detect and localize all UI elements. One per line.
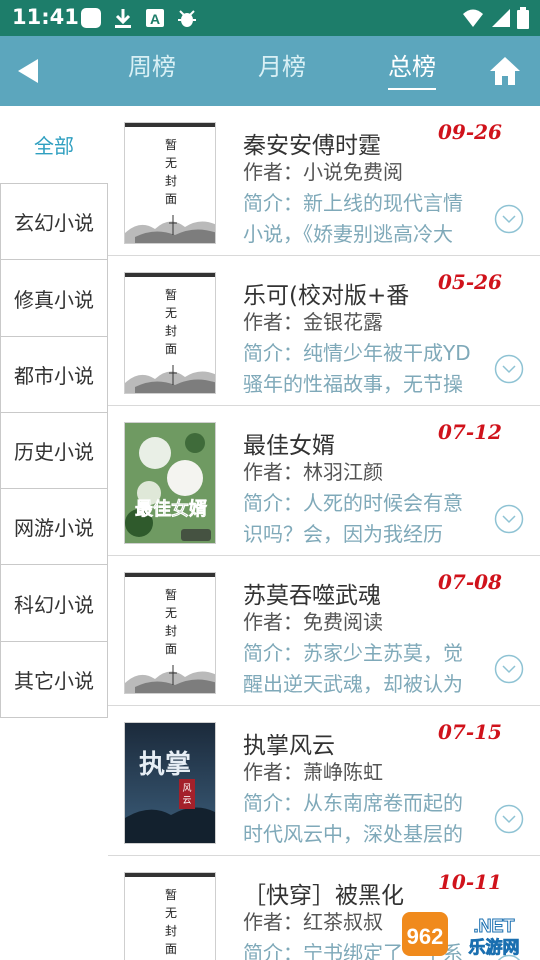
book-row[interactable]: 最佳女婿 最佳女婿 07-12 作者：林羽江颜 简介：人死的时候会有意识吗？会，…	[108, 406, 540, 556]
book-cover[interactable]: 暂 无 封 面	[124, 572, 216, 694]
svg-text:无: 无	[165, 156, 177, 170]
book-author: 作者：金银花露	[243, 310, 383, 334]
book-author: 作者：林羽江颜	[243, 460, 383, 484]
book-date: 10-11	[438, 870, 502, 894]
svg-text:封: 封	[165, 324, 177, 338]
tab-weekly[interactable]: 周榜	[128, 52, 176, 90]
placeholder-cover-image: 暂 无 封 面	[125, 873, 215, 956]
book-date: 09-26	[438, 120, 502, 144]
book-author: 作者：萧峥陈虹	[243, 760, 383, 784]
home-icon[interactable]	[488, 54, 522, 88]
book-cover-image: 执掌 风 云	[125, 723, 215, 843]
expand-chevron-icon[interactable]	[494, 204, 524, 234]
app-square-icon	[81, 8, 101, 28]
signal-icon	[492, 9, 510, 27]
category-dushi[interactable]: 都市小说	[0, 336, 108, 413]
bug-icon	[178, 10, 196, 27]
svg-text:面: 面	[165, 192, 177, 206]
header-bar: 周榜 月榜 总榜	[0, 36, 540, 106]
category-kehuan[interactable]: 科幻小说	[0, 565, 108, 642]
book-intro: 简介：从东南席卷而起的时代风云中，深处基层的	[243, 791, 463, 846]
book-intro: 简介：人死的时候会有意识吗？会，因为我经历	[243, 491, 463, 546]
svg-text:执掌: 执掌	[139, 750, 191, 780]
book-row[interactable]: 暂 无 封 面 苏莫吞噬武魂 07-08 作者：免费阅读 简介：苏家少主苏莫，觉…	[108, 556, 540, 706]
svg-text:962: 962	[407, 924, 444, 949]
book-intro: 简介：新上线的现代言情小说，《娇妻别逃高冷大	[243, 191, 463, 246]
svg-text:无: 无	[165, 606, 177, 620]
book-cover[interactable]: 暂 无 封 面	[124, 122, 216, 244]
svg-text:.NET: .NET	[473, 916, 514, 936]
book-cover[interactable]: 暂 无 封 面	[124, 872, 216, 960]
site-watermark-logo: 962 .NET 乐游网	[402, 912, 520, 958]
svg-text:乐游网: 乐游网	[469, 937, 520, 958]
book-title[interactable]: 执掌风云	[243, 726, 433, 760]
text-a-icon: A	[146, 9, 164, 27]
svg-text:封: 封	[165, 624, 177, 638]
category-sidebar: 全部 玄幻小说 修真小说 都市小说 历史小说 网游小说 科幻小说 其它小说	[0, 106, 108, 960]
book-title[interactable]: 秦安安傅时霆	[243, 126, 433, 160]
book-title[interactable]: 乐可(校对版+番	[243, 276, 433, 310]
wifi-icon	[463, 9, 483, 27]
book-title[interactable]: ［快穿］被黑化	[243, 876, 433, 910]
placeholder-cover-image: 暂 无 封 面	[125, 573, 215, 693]
book-author: 作者：红茶叔叔	[243, 910, 383, 934]
book-title[interactable]: 苏莫吞噬武魂	[243, 576, 433, 610]
category-xiuzhen[interactable]: 修真小说	[0, 260, 108, 337]
svg-text:无: 无	[165, 306, 177, 320]
book-intro: 简介：苏家少主苏莫，觉醒出逆天武魂，却被认为	[243, 641, 463, 696]
svg-text:风: 风	[182, 783, 191, 794]
book-intro: 简介：纯情少年被干成YD骚年的性福故事，无节操	[243, 341, 471, 396]
book-cover[interactable]: 执掌 风 云	[124, 722, 216, 844]
svg-text:A: A	[150, 11, 160, 27]
svg-text:面: 面	[165, 642, 177, 656]
svg-text:无: 无	[165, 906, 177, 920]
svg-text:暂: 暂	[165, 138, 177, 152]
book-cover[interactable]: 暂 无 封 面	[124, 272, 216, 394]
svg-text:暂: 暂	[165, 588, 177, 602]
book-cover[interactable]: 最佳女婿	[124, 422, 216, 544]
svg-text:面: 面	[165, 342, 177, 356]
book-date: 07-15	[438, 720, 502, 744]
placeholder-cover-image: 暂 无 封 面	[125, 123, 215, 243]
book-row[interactable]: 执掌 风 云 执掌风云 07-15 作者：萧峥陈虹 简介：从东南席卷而起的时代风…	[108, 706, 540, 856]
expand-chevron-icon[interactable]	[494, 504, 524, 534]
tab-all-time[interactable]: 总榜	[388, 52, 436, 90]
category-all[interactable]: 全部	[0, 106, 108, 183]
svg-text:暂: 暂	[165, 888, 177, 902]
status-time: 11:41	[12, 5, 79, 29]
category-lishi[interactable]: 历史小说	[0, 412, 108, 489]
status-bar: 11:41 A	[0, 0, 540, 36]
book-date: 07-08	[438, 570, 502, 594]
svg-text:云: 云	[182, 796, 191, 806]
category-wangyou[interactable]: 网游小说	[0, 488, 108, 565]
expand-chevron-icon[interactable]	[494, 654, 524, 684]
book-author: 作者：小说免费阅	[243, 160, 403, 184]
expand-chevron-icon[interactable]	[494, 804, 524, 834]
book-row[interactable]: 暂 无 封 面 乐可(校对版+番 05-26 作者：金银花露 简介：纯情少年被干…	[108, 256, 540, 406]
svg-text:封: 封	[165, 924, 177, 938]
book-list: 暂 无 封 面 秦安安傅时霆 09-26 作者：小说免费阅 简介：新上线的现代言…	[108, 106, 540, 960]
download-icon	[115, 9, 131, 28]
book-title[interactable]: 最佳女婿	[243, 426, 433, 460]
book-date: 05-26	[438, 270, 502, 294]
svg-text:最佳女婿: 最佳女婿	[135, 498, 207, 520]
category-other[interactable]: 其它小说	[0, 641, 108, 718]
placeholder-cover-image: 暂 无 封 面	[125, 273, 215, 393]
back-arrow-icon[interactable]	[14, 56, 44, 86]
expand-chevron-icon[interactable]	[494, 354, 524, 384]
book-cover-image: 最佳女婿	[125, 423, 215, 543]
battery-icon	[517, 7, 529, 29]
book-date: 07-12	[438, 420, 502, 444]
book-author: 作者：免费阅读	[243, 610, 383, 634]
svg-text:封: 封	[165, 174, 177, 188]
category-xuanhuan[interactable]: 玄幻小说	[0, 183, 108, 260]
svg-text:暂: 暂	[165, 288, 177, 302]
book-row[interactable]: 暂 无 封 面 秦安安傅时霆 09-26 作者：小说免费阅 简介：新上线的现代言…	[108, 106, 540, 256]
svg-text:面: 面	[165, 942, 177, 956]
tab-monthly[interactable]: 月榜	[258, 52, 306, 90]
